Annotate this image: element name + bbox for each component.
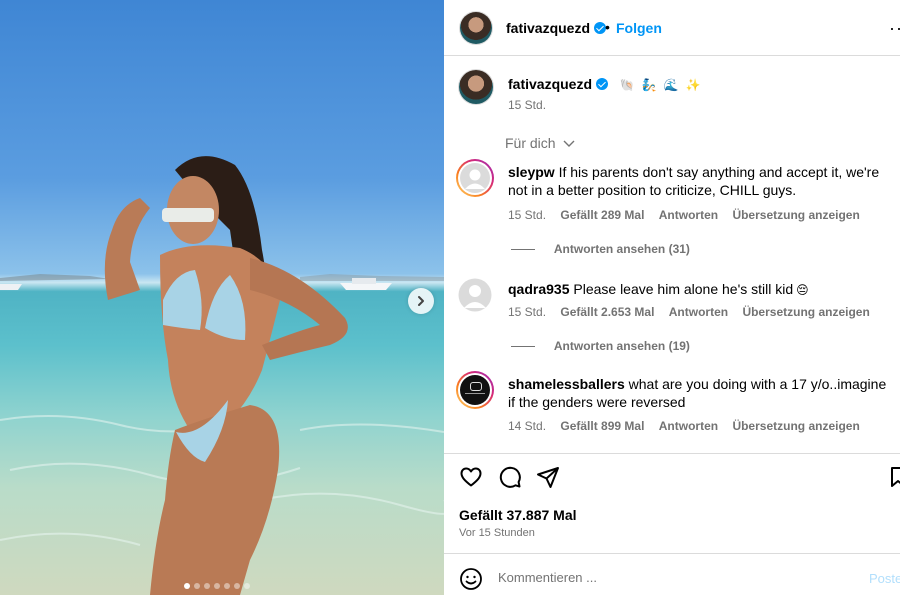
emoji-button[interactable] [459,567,483,596]
verified-badge-icon [596,78,609,90]
brand-logo [460,375,490,405]
comment-body: shamelessballers what are you doing with… [508,375,894,411]
caption-emoji: 🐚 [619,78,635,92]
comment-emoji: 😔 [796,283,809,297]
follow-button[interactable]: Folgen [616,20,662,36]
like-button[interactable] [459,465,483,494]
comment-time[interactable]: 15 Std. [508,208,546,222]
slide-dot [204,583,210,589]
view-replies-label: Antworten ansehen (31) [553,242,690,256]
ellipsis-icon[interactable]: ··· [889,18,900,39]
slide-dot [184,583,190,589]
smiley-icon [460,568,482,590]
slide-dot [224,583,230,589]
comment-likes[interactable]: Gefällt 289 Mal [560,208,644,222]
chevron-down-icon [563,140,575,147]
comment-input[interactable] [498,570,828,585]
slide-indicator [184,583,250,589]
heart-icon [460,467,482,487]
comment-meta: 15 Std. Gefällt 2.653 Mal Antworten Über… [508,305,881,319]
post-date[interactable]: Vor 15 Stunden [459,527,535,539]
slide-dot [234,583,240,589]
comment-avatar[interactable] [456,371,494,409]
author-username[interactable]: fativazquezd [506,20,590,36]
bookmark-icon [891,467,900,487]
caption-emoji: 🧞 [641,78,657,92]
comment-text: If his parents don't say anything and ac… [508,164,880,198]
caption-avatar[interactable] [459,70,493,104]
comment-avatar[interactable] [458,278,492,312]
comment-avatar[interactable] [456,159,494,197]
default-avatar-icon [458,278,492,312]
view-replies-button[interactable]: Antworten ansehen (19) [511,339,690,353]
comment-meta: 14 Std. Gefällt 899 Mal Antworten Überse… [508,419,871,433]
comment-username[interactable]: shamelessballers [508,376,625,392]
post-media[interactable] [0,0,444,595]
comment-username[interactable]: sleypw [508,164,555,180]
paper-plane-icon [537,467,559,488]
like-count[interactable]: Gefällt 37.887 Mal [459,507,577,523]
translate-button[interactable]: Übersetzung anzeigen [732,419,859,433]
caption-time: 15 Std. [508,98,547,112]
comment-item: shamelessballers what are you doing with… [456,371,896,441]
comment-username[interactable]: qadra935 [508,281,569,297]
divider [444,453,900,454]
separator-dot: • [605,19,610,35]
comment-text: Please leave him alone he's still kid [573,281,794,297]
reply-button[interactable]: Antworten [659,208,718,222]
comment-time[interactable]: 15 Std. [508,305,546,319]
comment-item: qadra935 Please leave him alone he's sti… [456,276,896,336]
divider [444,553,900,554]
post-comment-button[interactable]: Posten [869,571,900,586]
chevron-right-icon [418,296,424,306]
post-photo [0,156,444,595]
slide-dot [244,583,250,589]
comment-item: sleypw If his parents don't say anything… [456,159,896,244]
reply-button[interactable]: Antworten [659,419,718,433]
comment-likes[interactable]: Gefällt 899 Mal [560,419,644,433]
next-slide-button[interactable] [408,288,434,314]
translate-button[interactable]: Übersetzung anzeigen [732,208,859,222]
caption-emoji: 🌊 [663,78,679,92]
comment-filter-label: Für dich [505,135,556,151]
author-username-row[interactable]: fativazquezd [506,20,607,36]
slide-dot [194,583,200,589]
comment-filter-dropdown[interactable]: Für dich [505,135,575,151]
translate-button[interactable]: Übersetzung anzeigen [742,305,869,319]
save-button[interactable] [890,465,900,494]
slide-dot [214,583,220,589]
comment-body: sleypw If his parents don't say anything… [508,163,894,199]
comment-time[interactable]: 14 Std. [508,419,546,433]
view-replies-button[interactable]: Antworten ansehen (31) [511,242,690,256]
post-header: fativazquezd • Folgen ··· [444,0,900,56]
view-replies-label: Antworten ansehen (19) [553,339,690,353]
comment-bubble-icon [499,466,521,488]
comment-likes[interactable]: Gefällt 2.653 Mal [560,305,654,319]
comment-body: qadra935 Please leave him alone he's sti… [508,280,894,299]
default-avatar-icon [460,163,490,193]
caption-emoji: ✨ [685,78,701,92]
author-avatar[interactable] [460,12,492,44]
caption-username[interactable]: fativazquezd [508,76,592,92]
comment-meta: 15 Std. Gefällt 289 Mal Antworten Überse… [508,208,871,222]
reply-button[interactable]: Antworten [669,305,728,319]
comment-button[interactable] [498,465,522,494]
share-button[interactable] [536,465,560,494]
caption-row: fativazquezd 🐚 🧞 🌊 ✨ [508,76,700,92]
post-sidebar: fativazquezd • Folgen ··· fativazquezd 🐚… [444,0,900,595]
